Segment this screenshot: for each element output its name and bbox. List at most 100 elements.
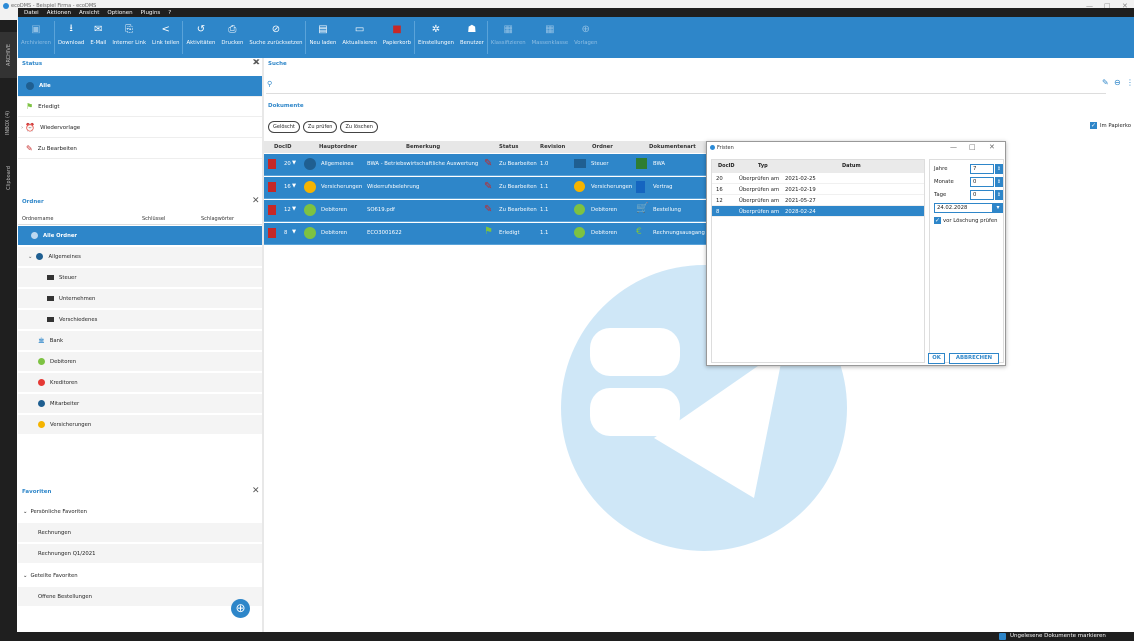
deadline-row-selected[interactable]: 8 Überprüfen am 2028-02-24 [712,206,924,217]
tage-spinbox[interactable]: Tage 0 ⇕ [934,190,1003,200]
dialog-minimize-button[interactable]: — [950,143,957,151]
trash-button[interactable]: ■ Papierkorb [380,17,414,58]
favorite-offene-bestellungen[interactable]: Offene Bestellungen [18,587,262,607]
deadline-row[interactable]: 16 Überprüfen am 2021-02-19 [712,184,924,195]
dialog-title: Fristen [717,145,734,151]
add-favorite-button[interactable]: ⊕ [231,599,250,618]
menu-plugins[interactable]: Plugins [141,10,161,16]
column-ordnername[interactable]: Ordnername [22,216,53,222]
date-picker[interactable]: 24.02.2028 [934,203,993,213]
dropdown-arrow-icon: ▼ [292,183,297,189]
document-row[interactable]: 12 ▼ Debitoren SO619.pdf ✎ Zu Bearbeiten … [264,200,708,222]
folder-verschiedenes[interactable]: Verschiedenes [18,310,262,330]
filter-zu-pruefen[interactable]: Zu prüfen [302,121,338,133]
column-revision[interactable]: Revision [540,144,565,150]
document-row[interactable]: 8 ▼ Debitoren ECO3001622 ⚑ Erledigt 1.1 D… [264,223,708,245]
column-ordner[interactable]: Ordner [592,144,613,150]
column-docid[interactable]: DocID [274,144,292,150]
status-item-erledigt[interactable]: ⚑ Erledigt [18,97,262,117]
reset-search-button[interactable]: ⊘ Suche zurücksetzen [246,17,305,58]
refresh-button[interactable]: ▭ Aktualisieren [339,17,379,58]
document-row[interactable]: 16 ▼ Versicherungen Widerrufsbelehrung ✎ … [264,177,708,199]
document-row[interactable]: 20 ▼ Allgemeines BWA - Betriebswirtschaft… [264,154,708,176]
stepper-icon[interactable]: ⇕ [995,177,1003,187]
tage-input[interactable]: 0 [970,190,994,200]
templates-button[interactable]: ⊕ Vorlagen [571,17,600,58]
folder-bank[interactable]: 🏛 Bank [18,331,262,351]
folder-versicherungen[interactable]: Versicherungen [18,415,262,435]
status-item-wiedervorlage[interactable]: › ⏰ Wiedervorlage [18,118,262,138]
monate-spinbox[interactable]: Monate 0 ⇕ [934,177,1003,187]
paperbin-toggle[interactable]: ✓ Im Papierko [1090,122,1131,129]
column-schlagwoerter[interactable]: Schlagwörter [201,216,234,222]
chevron-down-icon[interactable]: ▾ [993,203,1003,213]
column-datum[interactable]: Datum [842,163,861,169]
checkbox-checked-icon[interactable] [999,633,1006,640]
favorites-group-personal[interactable]: ⌄ Persönliche Favoriten [18,502,262,522]
column-dokumentenart[interactable]: Dokumentenart [649,144,696,150]
download-button[interactable]: ⭳ Download [55,17,87,58]
edit-icon[interactable]: ✎ [1102,78,1109,87]
folder-mitarbeiter[interactable]: Mitarbeiter [18,394,262,414]
menu-aktionen[interactable]: Aktionen [47,10,71,16]
column-docid[interactable]: DocID [718,163,735,169]
status-item-zu-bearbeiten[interactable]: ✎ Zu Bearbeiten [18,139,262,159]
menu-optionen[interactable]: Optionen [107,10,132,16]
close-search-icon[interactable]: ✕ [253,58,261,68]
jahre-input[interactable]: 7 [970,164,994,174]
menu-help[interactable]: ? [168,10,171,16]
status-item-alle[interactable]: Alle [18,76,262,97]
deadline-row[interactable]: 12 Überprüfen am 2021-05-27 [712,195,924,206]
monate-input[interactable]: 0 [970,177,994,187]
archive-icon: ▣ [31,23,41,35]
more-icon[interactable]: ⋮ [1126,78,1134,87]
cancel-button[interactable]: ABBRECHEN [949,353,999,364]
filter-geloescht[interactable]: Gelöscht [268,121,300,133]
close-folders-icon[interactable]: ✕ [252,196,260,206]
search-input[interactable]: ⚲ [266,76,1106,94]
archive-button[interactable]: ▣ Archivieren [18,17,54,58]
email-button[interactable]: ✉ E-Mail [87,17,109,58]
folder-unternehmen[interactable]: Unternehmen [18,289,262,309]
dialog-close-button[interactable]: ✕ [989,143,995,151]
remove-icon[interactable]: ⊖ [1114,78,1121,87]
folder-steuer[interactable]: Steuer [18,268,262,288]
stepper-icon[interactable]: ⇕ [995,164,1003,174]
classify-button[interactable]: ▦ Klassifizieren [488,17,529,58]
check-before-delete[interactable]: ✓ vor Löschung prüfen [934,217,998,224]
column-typ[interactable]: Typ [758,163,768,169]
column-status[interactable]: Status [499,144,518,150]
print-button[interactable]: ⎙ Drucken [218,17,246,58]
folder-kreditoren[interactable]: Kreditoren [18,373,262,393]
stepper-icon[interactable]: ⇕ [995,190,1003,200]
dialog-maximize-button[interactable]: □ [969,143,976,151]
mass-classify-button[interactable]: ▦ Massenklasse [529,17,572,58]
tab-inbox[interactable]: INBOX (4) [0,100,17,146]
folder-debitoren[interactable]: Debitoren [18,352,262,372]
user-button[interactable]: ☗ Benutzer [457,17,487,58]
folder-alle-ordner[interactable]: Alle Ordner [18,226,262,246]
close-favorites-icon[interactable]: ✕ [252,486,260,496]
menu-datei[interactable]: Datei [24,10,39,16]
column-hauptordner[interactable]: Hauptordner [319,144,357,150]
folder-allgemeines[interactable]: ⌄ Allgemeines [18,247,262,267]
tab-archive[interactable]: ARCHIVE [0,32,17,78]
ok-button[interactable]: OK [928,353,945,364]
column-bemerkung[interactable]: Bemerkung [406,144,440,150]
jahre-spinbox[interactable]: Jahre 7 ⇕ [934,164,1003,174]
settings-button[interactable]: ✲ Einstellungen [415,17,457,58]
filter-zu-loeschen[interactable]: Zu löschen [340,121,378,133]
favorites-group-shared[interactable]: ⌄ Geteilte Favoriten [18,566,262,586]
favorite-rechnungen[interactable]: Rechnungen [18,523,262,543]
internal-link-button[interactable]: ⎘ Interner Link [109,17,149,58]
column-schluessel[interactable]: Schlüssel [142,216,165,222]
menu-ansicht[interactable]: Ansicht [79,10,99,16]
shield-icon [38,421,45,428]
deadline-row[interactable]: 20 Überprüfen am 2021-02-25 [712,173,924,184]
plus-icon: ⊕ [235,601,246,615]
share-link-button[interactable]: < Link teilen [149,17,182,58]
reload-button[interactable]: ▤ Neu laden [306,17,339,58]
favorite-rechnungen-q1[interactable]: Rechnungen Q1/2021 [18,544,262,564]
tab-clipboard[interactable]: Clipboard [0,155,17,201]
activities-button[interactable]: ↺ Aktivitäten [183,17,218,58]
